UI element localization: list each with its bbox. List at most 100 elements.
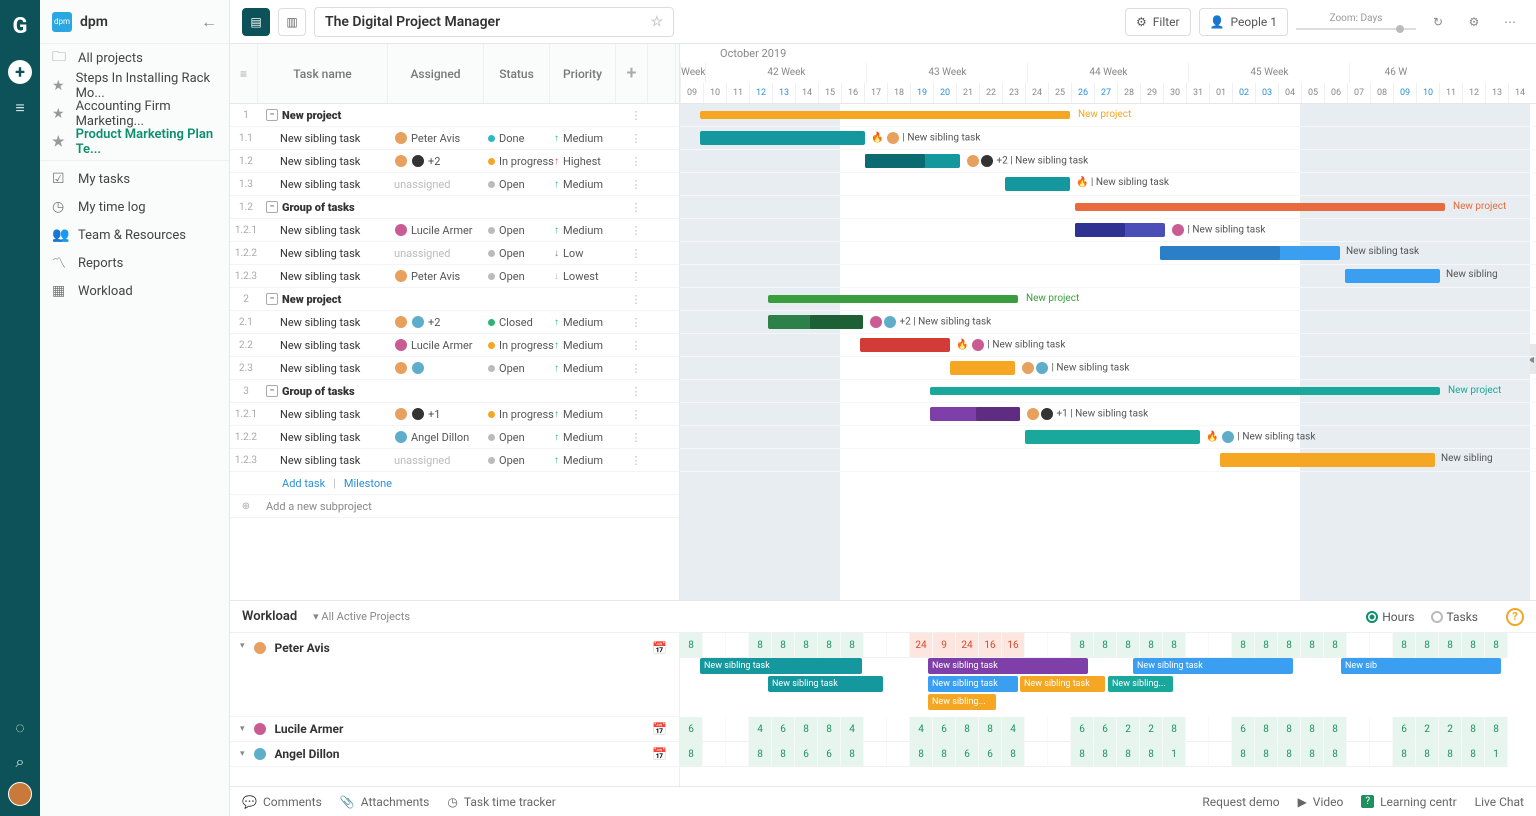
- task-row[interactable]: 1.2− Group of tasks⋮: [230, 196, 679, 219]
- sidebar-all-projects[interactable]: 🗀All projects: [40, 44, 229, 72]
- row-menu-icon[interactable]: ⋮: [620, 247, 652, 260]
- task-bar[interactable]: [700, 131, 865, 145]
- comments-button[interactable]: 💬Comments: [242, 795, 322, 809]
- expand-icon[interactable]: −: [266, 385, 278, 397]
- sidebar-nav-item[interactable]: ▦Workload: [40, 277, 229, 305]
- workload-task-bar[interactable]: New sib: [1341, 658, 1501, 674]
- expand-icon[interactable]: −: [266, 293, 278, 305]
- task-row[interactable]: 3− Group of tasks⋮: [230, 380, 679, 403]
- create-button[interactable]: +: [8, 60, 32, 84]
- row-menu-icon[interactable]: ⋮: [620, 178, 652, 191]
- workload-task-bar[interactable]: New sibling task: [1020, 676, 1105, 692]
- row-menu-icon[interactable]: ⋮: [620, 454, 652, 467]
- row-menu-icon[interactable]: ⋮: [620, 293, 652, 306]
- group-bar[interactable]: [1075, 203, 1445, 211]
- sidebar-favorite[interactable]: ★Product Marketing Plan Te...: [40, 128, 229, 156]
- add-task-link[interactable]: Add task: [282, 477, 325, 490]
- workload-person-row[interactable]: ▾Peter Avis📅: [230, 633, 679, 717]
- row-menu-icon[interactable]: ⋮: [620, 316, 652, 329]
- notifications-icon[interactable]: ◌: [15, 718, 25, 738]
- sidebar-nav-item[interactable]: 〽Reports: [40, 249, 229, 277]
- sidebar-nav-item[interactable]: ◷My time log: [40, 193, 229, 221]
- task-bar[interactable]: [1220, 453, 1435, 467]
- add-column-button[interactable]: +: [616, 44, 648, 103]
- row-menu-icon[interactable]: ⋮: [620, 339, 652, 352]
- more-icon[interactable]: ⋯: [1496, 8, 1524, 36]
- live-chat-link[interactable]: Live Chat: [1475, 795, 1524, 809]
- attachments-button[interactable]: 📎Attachments: [340, 795, 430, 809]
- chevron-icon[interactable]: ▾: [240, 724, 245, 734]
- project-title-input[interactable]: The Digital Project Manager ☆: [314, 7, 674, 37]
- task-row[interactable]: 1.3New sibling taskunassignedOpen↑Medium…: [230, 173, 679, 196]
- row-menu-icon[interactable]: ⋮: [620, 224, 652, 237]
- zoom-control[interactable]: Zoom: Days: [1296, 13, 1416, 30]
- sidebar-nav-item[interactable]: 👥Team & Resources: [40, 221, 229, 249]
- row-menu-icon[interactable]: ⋮: [620, 408, 652, 421]
- col-priority[interactable]: Priority: [550, 44, 616, 103]
- search-icon[interactable]: ⌕: [16, 752, 25, 772]
- back-icon[interactable]: ←: [201, 12, 217, 32]
- task-row[interactable]: 2− New project⋮: [230, 288, 679, 311]
- add-subproject-icon[interactable]: ⊕: [230, 501, 262, 512]
- task-bar[interactable]: [1345, 269, 1440, 283]
- sidebar-favorite[interactable]: ★Steps In Installing Rack Mo...: [40, 72, 229, 100]
- filter-button[interactable]: ⚙Filter: [1125, 8, 1191, 36]
- row-menu-icon[interactable]: ⋮: [620, 431, 652, 444]
- expand-icon[interactable]: −: [266, 109, 278, 121]
- task-row[interactable]: 1.2.1New sibling task+1In progress↑Mediu…: [230, 403, 679, 426]
- rail-menu-icon[interactable]: ≡: [15, 98, 24, 118]
- col-task-name[interactable]: Task name: [258, 44, 388, 103]
- people-button[interactable]: 👤People 1: [1199, 8, 1288, 36]
- group-bar[interactable]: [700, 111, 1070, 119]
- star-icon[interactable]: ☆: [650, 14, 663, 30]
- chevron-icon[interactable]: ▾: [240, 641, 245, 651]
- task-row[interactable]: 1.2New sibling task+2In progress↑Highest…: [230, 150, 679, 173]
- expand-icon[interactable]: −: [266, 201, 278, 213]
- row-menu-icon[interactable]: ⋮: [620, 132, 652, 145]
- col-assigned[interactable]: Assigned: [388, 44, 484, 103]
- chevron-icon[interactable]: ▾: [240, 749, 245, 759]
- workload-task-bar[interactable]: New sibling...: [1108, 676, 1173, 692]
- workload-filter[interactable]: ▾ All Active Projects: [313, 610, 410, 623]
- task-row[interactable]: 1.2.3New sibling taskunassignedOpen↑Medi…: [230, 449, 679, 472]
- tasks-radio[interactable]: Tasks: [1431, 610, 1479, 624]
- workload-task-bar[interactable]: New sibling task: [928, 658, 1088, 674]
- task-row[interactable]: 1.2.1New sibling taskLucile ArmerOpen↑Me…: [230, 219, 679, 242]
- row-menu-icon[interactable]: ⋮: [620, 109, 652, 122]
- task-row[interactable]: 1.2.2New sibling taskunassignedOpen↓Low⋮: [230, 242, 679, 265]
- task-bar[interactable]: [860, 338, 950, 352]
- learning-link[interactable]: ?Learning centr: [1361, 795, 1456, 809]
- task-row[interactable]: 1.1New sibling taskPeter AvisDone↑Medium…: [230, 127, 679, 150]
- hours-radio[interactable]: Hours: [1366, 610, 1414, 624]
- user-avatar[interactable]: [8, 782, 32, 806]
- calendar-icon[interactable]: 📅: [652, 722, 667, 736]
- workload-task-bar[interactable]: New sibling task: [700, 658, 862, 674]
- task-bar[interactable]: [950, 361, 1015, 375]
- workload-task-bar[interactable]: New sibling...: [928, 694, 996, 710]
- workload-person-row[interactable]: ▾Angel Dillon📅: [230, 742, 679, 767]
- request-demo-link[interactable]: Request demo: [1202, 795, 1279, 809]
- row-menu-icon[interactable]: ⋮: [620, 385, 652, 398]
- gantt-view-button[interactable]: ▤: [242, 8, 270, 36]
- workload-person-row[interactable]: ▾Lucile Armer📅: [230, 717, 679, 742]
- task-row[interactable]: 2.1New sibling task+2Closed↑Medium⋮: [230, 311, 679, 334]
- workload-task-bar[interactable]: New sibling task: [928, 676, 1018, 692]
- row-menu-icon[interactable]: ⋮: [620, 201, 652, 214]
- workload-task-bar[interactable]: New sibling task: [1133, 658, 1293, 674]
- row-menu-icon[interactable]: ⋮: [620, 362, 652, 375]
- calendar-icon[interactable]: 📅: [652, 747, 667, 761]
- add-subproject-link[interactable]: Add a new subproject: [262, 500, 392, 513]
- task-bar[interactable]: [1025, 430, 1200, 444]
- board-view-button[interactable]: ▥: [278, 8, 306, 36]
- gantt-chart[interactable]: October 2019 Week42 Week43 Week44 Week45…: [680, 44, 1536, 600]
- task-row[interactable]: 1.2.3New sibling taskPeter AvisOpen↓Lowe…: [230, 265, 679, 288]
- group-bar[interactable]: [768, 295, 1018, 303]
- settings-icon[interactable]: ⚙: [1460, 8, 1488, 36]
- col-status[interactable]: Status: [484, 44, 550, 103]
- history-icon[interactable]: ↻: [1424, 8, 1452, 36]
- calendar-icon[interactable]: 📅: [652, 641, 667, 655]
- grid-menu-icon[interactable]: ≡: [230, 44, 258, 103]
- task-row[interactable]: 1− New project⋮: [230, 104, 679, 127]
- time-tracker-button[interactable]: ◷Task time tracker: [447, 795, 555, 809]
- row-menu-icon[interactable]: ⋮: [620, 270, 652, 283]
